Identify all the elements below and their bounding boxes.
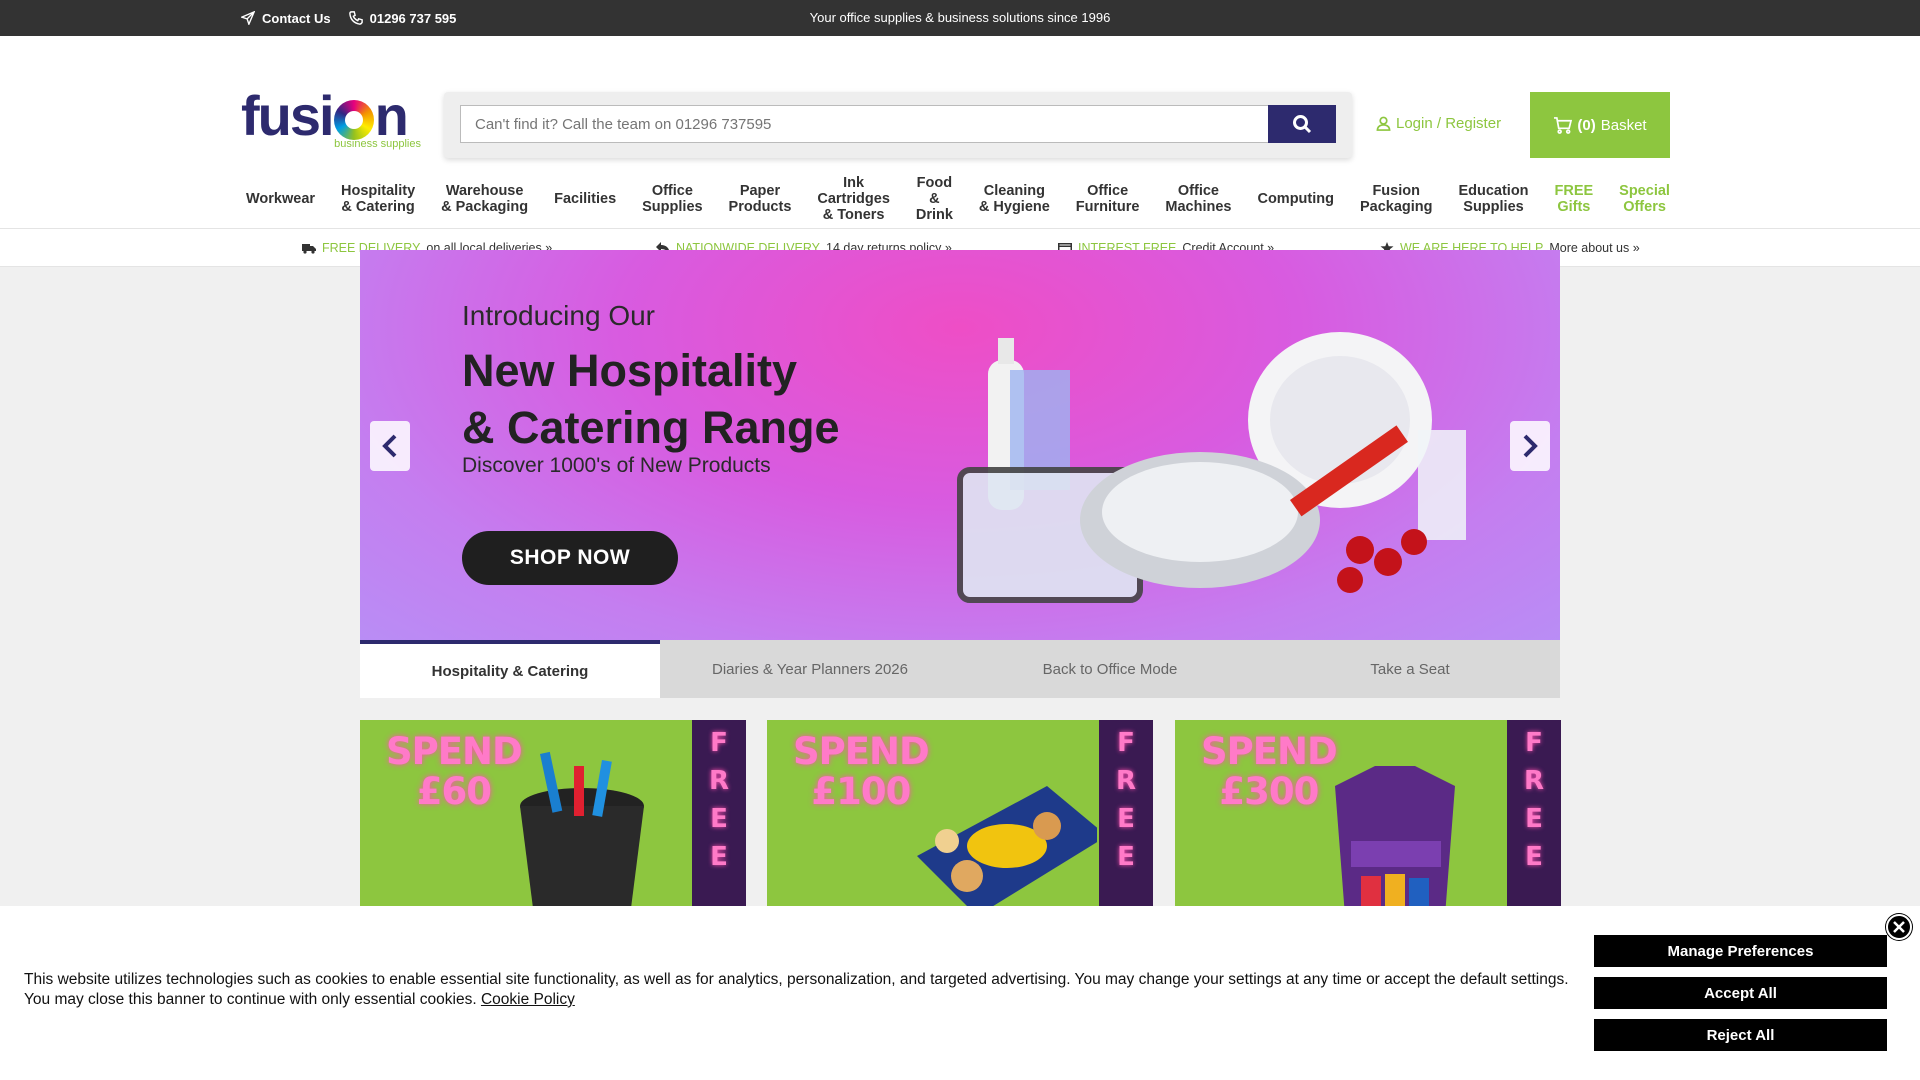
hero-subtitle: Discover 1000's of New Products [462, 454, 771, 477]
search-bar [444, 92, 1352, 158]
tab-diaries-planners[interactable]: Diaries & Year Planners 2026 [660, 640, 960, 698]
carousel-tabs: Hospitality & Catering Diaries & Year Pl… [360, 640, 1560, 698]
tab-hospitality-catering[interactable]: Hospitality & Catering [360, 640, 660, 698]
shopping-cart-icon [1554, 116, 1573, 134]
contact-us-label: Contact Us [262, 10, 331, 26]
logo-wordmark: fusi n [241, 84, 409, 147]
carousel-prev-button[interactable] [370, 421, 410, 471]
hero-banner[interactable]: Introducing Our New Hospitality & Cateri… [360, 250, 1560, 640]
search-icon [1293, 115, 1312, 134]
reject-all-button[interactable]: Reject All [1594, 1019, 1887, 1051]
nav-office-machines[interactable]: Office Machines [1161, 183, 1235, 215]
nav-paper-products[interactable]: Paper Products [725, 183, 796, 215]
heroes-chocolates-image [1335, 766, 1455, 906]
nav-education-supplies[interactable]: Education Supplies [1454, 183, 1532, 215]
basket-count: (0) [1577, 116, 1596, 134]
basket-button[interactable]: (0) Basket [1530, 92, 1670, 158]
close-banner-button[interactable] [1886, 914, 1912, 940]
top-bar-links: Contact Us 01296 737 595 [241, 0, 456, 36]
chevron-right-icon [1523, 434, 1538, 458]
nav-special-offers[interactable]: Special Offers [1615, 183, 1674, 215]
nav-cleaning-hygiene[interactable]: Cleaning & Hygiene [975, 183, 1054, 215]
chevron-left-icon [382, 434, 397, 458]
free-gift-band: FREE [1507, 720, 1561, 906]
cookie-banner: This website utilizes technologies such … [0, 906, 1920, 1080]
contact-us-link[interactable]: Contact Us [241, 11, 331, 26]
phone-icon [348, 11, 363, 25]
manage-preferences-button[interactable]: Manage Preferences [1594, 935, 1887, 967]
phone-link[interactable]: 01296 737 595 [348, 10, 457, 26]
promo-card-spend-300[interactable]: SPEND £300 FREE [1175, 720, 1561, 906]
basket-label: Basket [1600, 116, 1647, 134]
phone-number: 01296 737 595 [369, 10, 457, 26]
nav-ink-cartridges-toners[interactable]: Ink Cartridges & Toners [813, 175, 894, 223]
nav-food-drink[interactable]: Food & Drink [912, 175, 957, 223]
site-header: fusin business supplies Login / Register… [0, 36, 1920, 229]
promo-card-spend-60[interactable]: SPEND£60 FREEG [360, 720, 746, 906]
promo-card-spend-100[interactable]: SPEND £100 FREE [767, 720, 1153, 906]
hero-headline: New Hospitality & Catering Range [462, 345, 840, 453]
tab-back-to-office[interactable]: Back to Office Mode [960, 640, 1260, 698]
accept-all-button[interactable]: Accept All [1594, 977, 1887, 1009]
hero-intro: Introducing Our [462, 300, 655, 331]
swirl-logo-icon [333, 100, 374, 140]
free-gift-band: FREEG [692, 720, 746, 906]
tab-take-a-seat[interactable]: Take a Seat [1260, 640, 1560, 698]
shop-now-button[interactable]: SHOP NOW [462, 531, 678, 585]
cookie-message: This website utilizes technologies such … [24, 971, 1569, 1008]
cookie-policy-link[interactable]: Cookie Policy [481, 991, 575, 1008]
nav-office-supplies[interactable]: Office Supplies [638, 183, 706, 215]
nav-hospitality-catering[interactable]: Hospitality & Catering [337, 183, 419, 215]
top-bar: Your office supplies & business solution… [0, 0, 1920, 36]
catering-products-image [957, 332, 1466, 603]
fusion-logo[interactable]: fusi n business supplies [241, 88, 421, 152]
nav-free-gifts[interactable]: FREE Gifts [1551, 183, 1598, 215]
close-icon [1893, 921, 1905, 933]
user-icon [1376, 116, 1391, 131]
nav-workwear[interactable]: Workwear [242, 191, 319, 207]
nav-office-furniture[interactable]: Office Furniture [1072, 183, 1144, 215]
login-register-link[interactable]: Login / Register [1376, 115, 1501, 132]
truck-icon [302, 244, 316, 254]
free-gift-band: FREE [1099, 720, 1153, 906]
main-navigation: Workwear Hospitality & Catering Warehous… [242, 169, 1674, 229]
nav-computing[interactable]: Computing [1253, 191, 1338, 207]
teatime-biscuits-image [917, 786, 1097, 906]
nav-fusion-packaging[interactable]: Fusion Packaging [1356, 183, 1437, 215]
logo-subtitle: business supplies [334, 138, 421, 150]
search-button[interactable] [1268, 105, 1336, 143]
login-label: Login / Register [1396, 115, 1502, 132]
nav-warehouse-packaging[interactable]: Warehouse & Packaging [437, 183, 532, 215]
paper-plane-icon [241, 11, 255, 25]
carousel-next-button[interactable] [1510, 421, 1550, 471]
search-input[interactable] [460, 105, 1270, 143]
nav-facilities[interactable]: Facilities [550, 191, 620, 207]
pen-pot-image [520, 751, 644, 906]
